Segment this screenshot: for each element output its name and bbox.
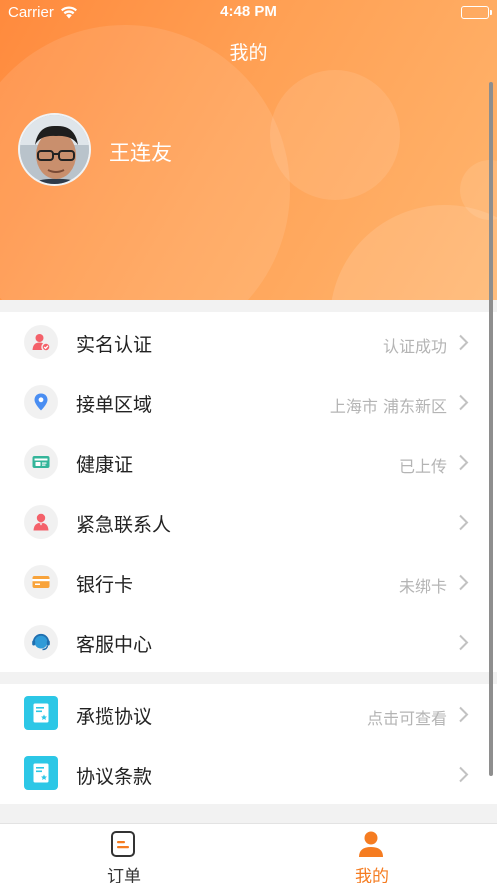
chevron-right-icon [458, 454, 469, 475]
tab-me[interactable]: 我的 [292, 824, 452, 883]
user-icon [358, 830, 384, 862]
agreements-menu: 承揽协议 点击可查看 协议条款 [0, 684, 497, 804]
menu-item-value: 上海市 浦东新区 [329, 397, 447, 416]
menu-item-real-name-verification[interactable]: 实名认证 认证成功 [0, 312, 497, 372]
menu-item-label: 紧急联系人 [76, 514, 172, 536]
menu-item-value: 未绑卡 [398, 577, 447, 596]
menu-item-health-certificate[interactable]: 健康证 已上传 [0, 432, 497, 492]
menu-item-label: 银行卡 [76, 574, 134, 596]
profile-menu: 实名认证 认证成功 接单区域 上海市 浦东新区 健康证 已上传 紧急联系人 银行… [0, 312, 497, 672]
header-decoration [330, 205, 497, 300]
status-bar: Carrier 4:48 PM [0, 0, 497, 26]
menu-item-label: 客服中心 [76, 634, 153, 656]
chevron-right-icon [458, 706, 469, 727]
menu-item-customer-service[interactable]: 客服中心 [0, 612, 497, 672]
menu-item-agreement-terms[interactable]: 协议条款 [0, 744, 497, 804]
location-pin-icon [24, 385, 58, 419]
page-title: 我的 [229, 42, 268, 64]
tab-orders[interactable]: 订单 [44, 824, 204, 883]
menu-item-label: 健康证 [76, 454, 134, 476]
headset-icon [24, 625, 58, 659]
menu-item-value: 认证成功 [382, 337, 447, 356]
menu-item-emergency-contact[interactable]: 紧急联系人 [0, 492, 497, 552]
chevron-right-icon [458, 334, 469, 355]
document-star-icon [24, 756, 58, 790]
battery-icon [461, 6, 492, 19]
menu-item-contract-agreement[interactable]: 承揽协议 点击可查看 [0, 684, 497, 744]
chevron-right-icon [458, 514, 469, 535]
orders-icon [110, 830, 136, 862]
health-card-icon [24, 445, 58, 479]
avatar[interactable] [18, 113, 91, 186]
chevron-right-icon [458, 766, 469, 787]
chevron-right-icon [458, 634, 469, 655]
menu-item-value: 点击可查看 [366, 709, 447, 728]
profile-header: Carrier 4:48 PM 我的 王连友 [0, 0, 497, 300]
tab-label: 订单 [107, 867, 141, 883]
chevron-right-icon [458, 394, 469, 415]
tab-bar: 订单 我的 [0, 823, 497, 883]
clock: 4:48 PM [220, 3, 277, 20]
tab-label: 我的 [355, 867, 389, 883]
scroll-indicator[interactable] [489, 82, 493, 776]
document-star-icon [24, 696, 58, 730]
menu-item-bank-card[interactable]: 银行卡 未绑卡 [0, 552, 497, 612]
menu-item-label: 接单区域 [76, 394, 153, 416]
chevron-right-icon [458, 574, 469, 595]
contact-person-icon [24, 505, 58, 539]
header-decoration [270, 70, 400, 200]
bank-card-icon [24, 565, 58, 599]
menu-item-label: 实名认证 [76, 334, 153, 356]
menu-item-service-area[interactable]: 接单区域 上海市 浦东新区 [0, 372, 497, 432]
user-name: 王连友 [109, 141, 172, 165]
menu-item-label: 协议条款 [76, 766, 153, 788]
menu-item-value: 已上传 [398, 457, 447, 476]
menu-item-label: 承揽协议 [76, 706, 153, 728]
user-verified-icon [24, 325, 58, 359]
